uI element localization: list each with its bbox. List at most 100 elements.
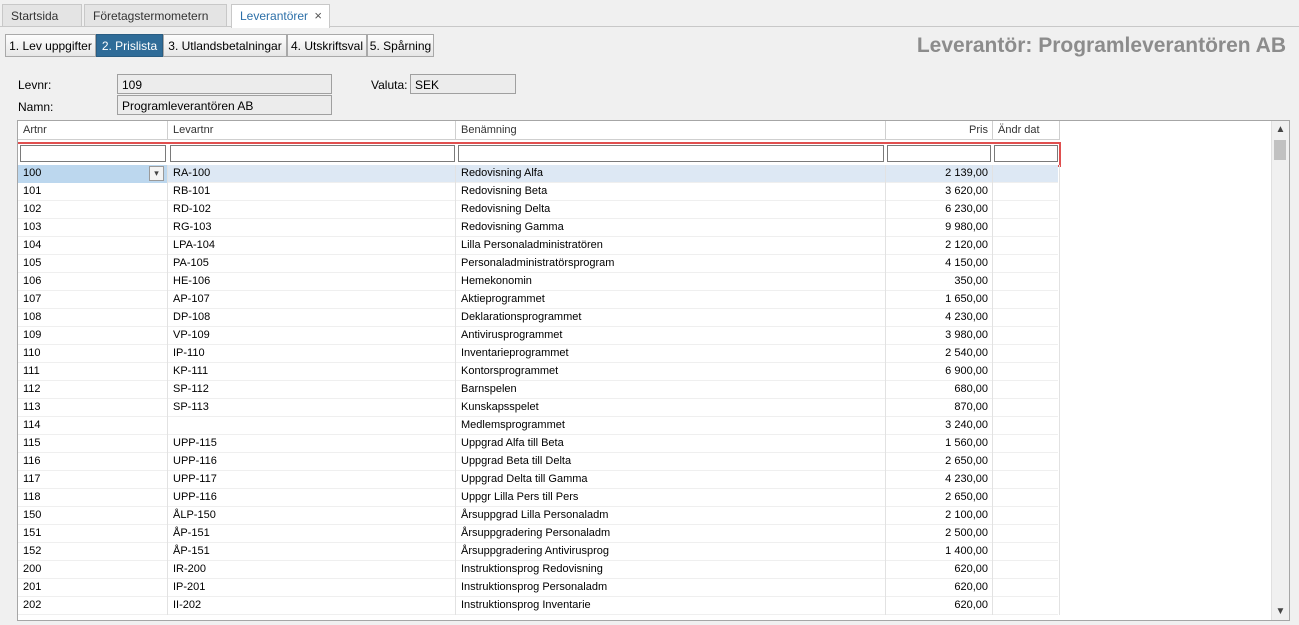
chevron-down-icon[interactable]: ▾ bbox=[149, 166, 164, 181]
cell-pris[interactable]: 4 230,00 bbox=[886, 471, 993, 489]
table-row[interactable]: 102 RD-102 Redovisning Delta 6 230,00 bbox=[18, 201, 1060, 219]
cell-pris[interactable]: 680,00 bbox=[886, 381, 993, 399]
cell-artnr[interactable]: 106 bbox=[18, 273, 168, 291]
filter-input-andr-dat[interactable] bbox=[994, 145, 1058, 162]
cell-benamning[interactable]: Årsuppgradering Personaladm bbox=[456, 525, 886, 543]
cell-artnr[interactable]: 117 bbox=[18, 471, 168, 489]
cell-levartnr[interactable]: RA-100 bbox=[168, 165, 456, 183]
cell-benamning[interactable]: Instruktionsprog Personaladm bbox=[456, 579, 886, 597]
cell-artnr[interactable]: 202 bbox=[18, 597, 168, 615]
cell-artnr[interactable]: 115 bbox=[18, 435, 168, 453]
table-row[interactable]: 117 UPP-117 Uppgrad Delta till Gamma 4 230,… bbox=[18, 471, 1060, 489]
cell-benamning[interactable]: Antivirusprogrammet bbox=[456, 327, 886, 345]
cell-andr[interactable] bbox=[993, 507, 1060, 525]
cell-levartnr[interactable]: DP-108 bbox=[168, 309, 456, 327]
table-row[interactable]: 109 VP-109 Antivirusprogrammet 3 980,00 bbox=[18, 327, 1060, 345]
cell-levartnr[interactable]: UPP-115 bbox=[168, 435, 456, 453]
cell-pris[interactable]: 870,00 bbox=[886, 399, 993, 417]
cell-levartnr[interactable]: KP-111 bbox=[168, 363, 456, 381]
cell-andr[interactable] bbox=[993, 255, 1060, 273]
cell-benamning[interactable]: Årsuppgrad Lilla Personaladm bbox=[456, 507, 886, 525]
cell-artnr[interactable]: 104 bbox=[18, 237, 168, 255]
cell-levartnr[interactable]: SP-112 bbox=[168, 381, 456, 399]
cell-andr[interactable] bbox=[993, 399, 1060, 417]
filter-input-artnr[interactable] bbox=[20, 145, 166, 162]
cell-benamning[interactable]: Uppgrad Delta till Gamma bbox=[456, 471, 886, 489]
cell-artnr[interactable]: 113 bbox=[18, 399, 168, 417]
table-row[interactable]: 107 AP-107 Aktieprogrammet 1 650,00 bbox=[18, 291, 1060, 309]
filter-input-pris[interactable] bbox=[887, 145, 991, 162]
table-row[interactable]: 202 II-202 Instruktionsprog Inventarie 620,… bbox=[18, 597, 1060, 615]
cell-artnr[interactable]: 100 bbox=[18, 165, 168, 183]
namn-field[interactable]: Programleverantören AB bbox=[117, 95, 332, 115]
cell-andr[interactable] bbox=[993, 219, 1060, 237]
step-lev-uppgifter[interactable]: 1. Lev uppgifter bbox=[5, 34, 96, 57]
cell-artnr[interactable]: 110 bbox=[18, 345, 168, 363]
table-row[interactable]: 201 IP-201 Instruktionsprog Personaladm 620… bbox=[18, 579, 1060, 597]
column-header-benamning[interactable]: Benämning bbox=[456, 121, 886, 140]
cell-pris[interactable]: 2 650,00 bbox=[886, 453, 993, 471]
cell-levartnr[interactable]: ÅLP-150 bbox=[168, 507, 456, 525]
cell-artnr[interactable]: 105 bbox=[18, 255, 168, 273]
cell-levartnr[interactable]: PA-105 bbox=[168, 255, 456, 273]
scroll-thumb[interactable] bbox=[1274, 140, 1286, 160]
cell-levartnr[interactable]: VP-109 bbox=[168, 327, 456, 345]
table-row[interactable]: 115 UPP-115 Uppgrad Alfa till Beta 1 560,00 bbox=[18, 435, 1060, 453]
cell-artnr[interactable]: 150 bbox=[18, 507, 168, 525]
cell-benamning[interactable]: Redovisning Alfa bbox=[456, 165, 886, 183]
cell-andr[interactable] bbox=[993, 597, 1060, 615]
cell-artnr[interactable]: 152 bbox=[18, 543, 168, 561]
tab-startsida[interactable]: Startsida bbox=[2, 4, 82, 26]
cell-artnr[interactable]: 151 bbox=[18, 525, 168, 543]
cell-artnr[interactable]: 103 bbox=[18, 219, 168, 237]
cell-pris[interactable]: 4 230,00 bbox=[886, 309, 993, 327]
cell-artnr[interactable]: 108 bbox=[18, 309, 168, 327]
table-row[interactable]: 118 UPP-116 Uppgr Lilla Pers till Pers 2 65… bbox=[18, 489, 1060, 507]
cell-benamning[interactable]: Personaladministratörsprogram bbox=[456, 255, 886, 273]
cell-benamning[interactable]: Redovisning Beta bbox=[456, 183, 886, 201]
cell-pris[interactable]: 3 980,00 bbox=[886, 327, 993, 345]
cell-andr[interactable] bbox=[993, 435, 1060, 453]
cell-artnr[interactable]: 102 bbox=[18, 201, 168, 219]
table-row[interactable]: 103 RG-103 Redovisning Gamma 9 980,00 bbox=[18, 219, 1060, 237]
cell-artnr[interactable]: 112 bbox=[18, 381, 168, 399]
cell-pris[interactable]: 1 400,00 bbox=[886, 543, 993, 561]
table-row[interactable]: 104 LPA-104 Lilla Personaladministratören 2… bbox=[18, 237, 1060, 255]
cell-andr[interactable] bbox=[993, 183, 1060, 201]
cell-levartnr[interactable]: RG-103 bbox=[168, 219, 456, 237]
cell-artnr[interactable]: 111 bbox=[18, 363, 168, 381]
table-row[interactable]: 152 ÅP-151 Årsuppgradering Antivirusprog 1 … bbox=[18, 543, 1060, 561]
table-row[interactable]: 111 KP-111 Kontorsprogrammet 6 900,00 bbox=[18, 363, 1060, 381]
cell-levartnr[interactable]: ÅP-151 bbox=[168, 525, 456, 543]
cell-pris[interactable]: 4 150,00 bbox=[886, 255, 993, 273]
cell-levartnr[interactable] bbox=[168, 417, 456, 435]
cell-andr[interactable] bbox=[993, 345, 1060, 363]
table-row[interactable]: 113 SP-113 Kunskapsspelet 870,00 bbox=[18, 399, 1060, 417]
cell-pris[interactable]: 3 240,00 bbox=[886, 417, 993, 435]
cell-levartnr[interactable]: UPP-116 bbox=[168, 453, 456, 471]
column-header-andr-dat[interactable]: Ändr dat bbox=[993, 121, 1060, 140]
cell-andr[interactable] bbox=[993, 561, 1060, 579]
cell-andr[interactable] bbox=[993, 237, 1060, 255]
cell-levartnr[interactable]: LPA-104 bbox=[168, 237, 456, 255]
cell-andr[interactable] bbox=[993, 201, 1060, 219]
cell-levartnr[interactable]: II-202 bbox=[168, 597, 456, 615]
cell-artnr[interactable]: 118 bbox=[18, 489, 168, 507]
cell-andr[interactable] bbox=[993, 543, 1060, 561]
cell-pris[interactable]: 2 500,00 bbox=[886, 525, 993, 543]
table-row[interactable]: 116 UPP-116 Uppgrad Beta till Delta 2 650,0… bbox=[18, 453, 1060, 471]
cell-benamning[interactable]: Kunskapsspelet bbox=[456, 399, 886, 417]
cell-pris[interactable]: 6 230,00 bbox=[886, 201, 993, 219]
cell-pris[interactable]: 2 139,00 bbox=[886, 165, 993, 183]
table-row[interactable]: 108 DP-108 Deklarationsprogrammet 4 230,00 bbox=[18, 309, 1060, 327]
cell-benamning[interactable]: Hemekonomin bbox=[456, 273, 886, 291]
cell-pris[interactable]: 2 650,00 bbox=[886, 489, 993, 507]
cell-artnr[interactable]: 114 bbox=[18, 417, 168, 435]
cell-pris[interactable]: 620,00 bbox=[886, 597, 993, 615]
cell-artnr[interactable]: 109 bbox=[18, 327, 168, 345]
cell-benamning[interactable]: Aktieprogrammet bbox=[456, 291, 886, 309]
cell-levartnr[interactable]: RB-101 bbox=[168, 183, 456, 201]
cell-pris[interactable]: 620,00 bbox=[886, 579, 993, 597]
table-row[interactable]: 114 Medlemsprogrammet 3 240,00 bbox=[18, 417, 1060, 435]
scroll-up-icon[interactable]: ▲ bbox=[1272, 121, 1289, 138]
